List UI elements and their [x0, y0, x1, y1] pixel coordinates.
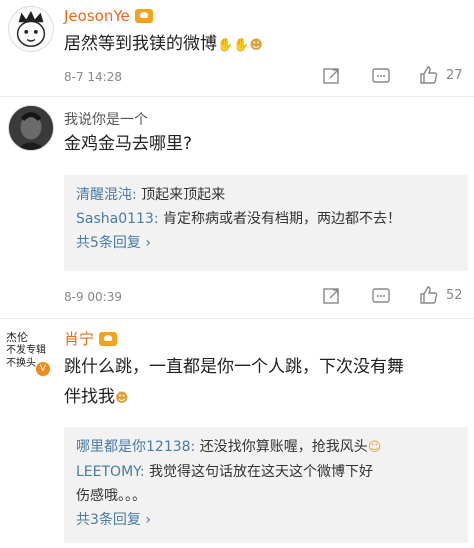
vip-verified-icon: V: [36, 362, 50, 376]
reply-box: 哪里都是你12138: 还没找你算账喔，抢我风头☺ LEETOMY: 我觉得这句…: [64, 427, 468, 543]
comment-text: 金鸡金马去哪里?: [64, 134, 193, 154]
reply-item[interactable]: Sasha0113: 肯定称病或者没有档期，两边都不去！: [76, 207, 456, 231]
comment-text-line: 跳什么跳，一直都是你一个人跳，下次没有舞: [64, 357, 404, 377]
reply-text: 肯定称病或者没有档期，两边都不去！: [158, 211, 402, 227]
thumbs-up-icon[interactable]: [418, 64, 440, 86]
vip-badge-icon: [99, 332, 118, 346]
vip-badge-icon: [134, 9, 153, 23]
reply-username[interactable]: LEETOMY:: [76, 464, 145, 480]
reply-item[interactable]: 哪里都是你12138: 还没找你算账喔，抢我风头☺: [76, 435, 456, 460]
user-avatar[interactable]: 杰伦 不发专辑 不换头: [6, 331, 58, 370]
comment-icon[interactable]: [370, 285, 392, 307]
more-replies-link[interactable]: 共3条回复 ›: [76, 508, 456, 532]
reply-text: 还没找你算账喔，抢我风头: [195, 439, 368, 455]
repost-icon[interactable]: [321, 65, 343, 87]
reply-item[interactable]: LEETOMY: 我觉得这句话放在这天这个微博下好: [76, 460, 456, 484]
comment-item-2: 我说你是一个 金鸡金马去哪里? 清醒混沌: 顶起来顶起来 Sasha0113: …: [0, 97, 474, 315]
avatar-text-line: 杰伦: [6, 331, 28, 344]
smile-emoji-icon: ☺: [367, 440, 382, 455]
avatar-text-line: 不换头: [6, 358, 36, 369]
repost-icon[interactable]: [321, 285, 343, 307]
user-avatar[interactable]: [8, 105, 54, 151]
reply-text: 伤感哦。。。: [76, 488, 146, 504]
crying-emoji-icon: ☻: [115, 391, 129, 406]
thumbs-up-icon[interactable]: [418, 284, 440, 306]
reply-text: 我觉得这句话放在这天这个微博下好: [144, 464, 374, 480]
reply-username[interactable]: 清醒混沌:: [76, 187, 137, 203]
comment-text: 居然等到我镁的微博✋✋☻: [64, 34, 263, 54]
comment-item-3: 杰伦 不发专辑 不换头 V 肖宁 跳什么跳，一直都是你一个人跳，下次没有舞 伴找…: [0, 319, 474, 548]
comment-time: 8-9 00:39: [64, 290, 122, 304]
like-count: 27: [446, 68, 463, 83]
reply-box: 清醒混沌: 顶起来顶起来 Sasha0113: 肯定称病或者没有档期，两边都不去…: [64, 175, 468, 271]
comment-icon[interactable]: [370, 65, 392, 87]
user-avatar[interactable]: [8, 6, 54, 52]
comment-username[interactable]: JeosonYe: [64, 7, 153, 25]
comment-username[interactable]: 我说你是一个: [64, 109, 148, 129]
comment-time: 8-7 14:28: [64, 70, 122, 84]
avatar-text-line: 不发专辑: [6, 345, 46, 356]
reply-item[interactable]: 清醒混沌: 顶起来顶起来: [76, 183, 456, 207]
thumbs-emoji-icon: ✋✋☻: [217, 38, 263, 53]
comment-username[interactable]: 肖宁: [64, 328, 118, 349]
comment-text: 跳什么跳，一直都是你一个人跳，下次没有舞 伴找我☻: [64, 352, 460, 414]
like-count: 52: [446, 288, 463, 303]
comment-item-1: JeosonYe 居然等到我镁的微博✋✋☻ 8-7 14:28 27: [0, 0, 474, 95]
reply-username[interactable]: Sasha0113:: [76, 211, 159, 227]
more-replies-link[interactable]: 共5条回复 ›: [76, 231, 456, 255]
reply-username[interactable]: 哪里都是你12138:: [76, 439, 195, 455]
comment-text-line: 伴找我☻: [64, 387, 129, 407]
reply-text: 顶起来顶起来: [136, 187, 226, 203]
